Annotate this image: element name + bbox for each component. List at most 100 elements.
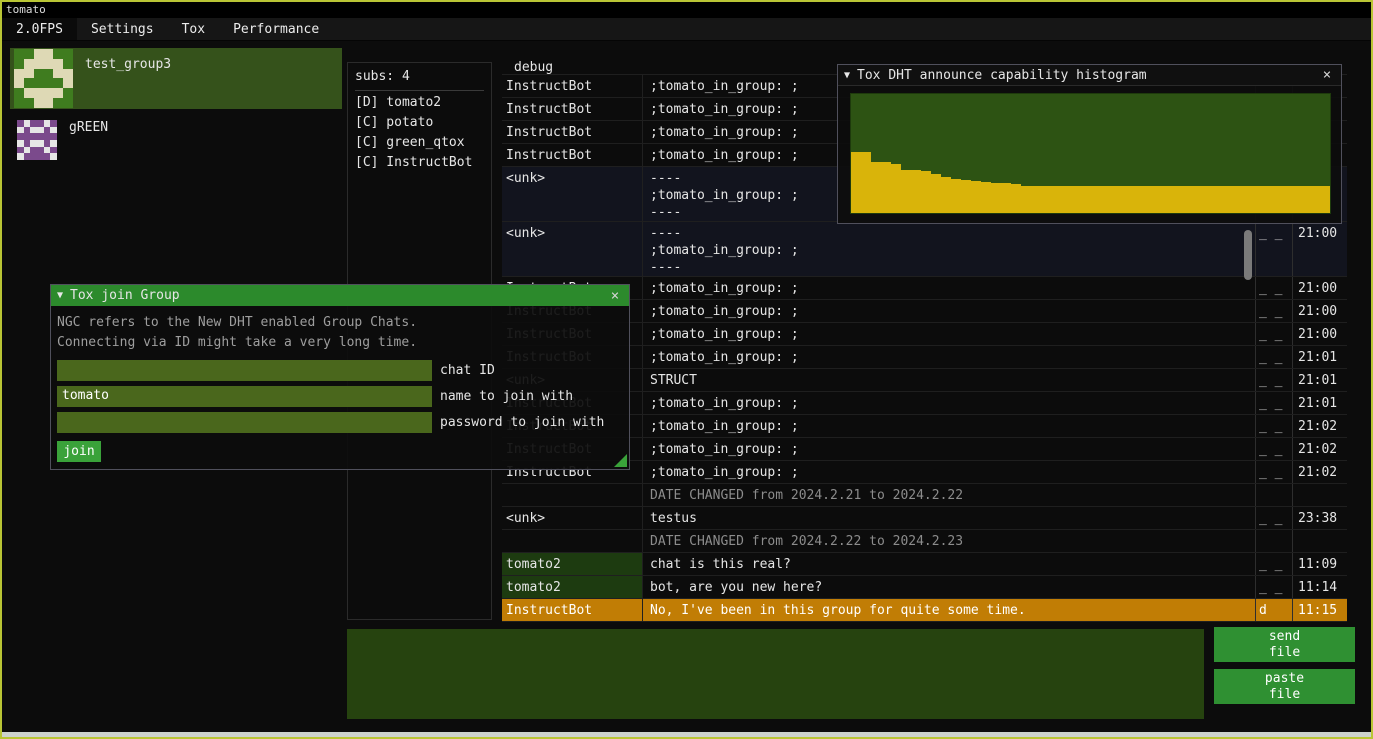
message-text: testus [642,507,1255,529]
window-titlebar[interactable]: tomato [2,2,1371,18]
join-group-dialog: ▼ Tox join Group × NGC refers to the New… [50,284,630,470]
separator [355,90,484,91]
histogram-bar [1101,186,1111,213]
chat-id-input[interactable] [57,360,432,381]
histogram-bar [981,182,991,213]
message-status-flags: _ _ [1255,323,1292,345]
group-item-test-group3[interactable]: test_group3 [10,48,342,109]
message-timestamp: 21:01 [1292,369,1347,391]
histogram-bar [1031,186,1041,213]
message-input[interactable] [347,629,1204,719]
message-text: ;tomato_in_group: ; [642,323,1255,345]
message-timestamp: 23:38 [1292,507,1347,529]
histogram-bar [1280,186,1290,213]
histogram-bar [1081,186,1091,213]
chat-message-row[interactable]: tomato2bot, are you new here?_ _11:14 [502,576,1347,599]
histogram-bar [1310,186,1320,213]
message-author: InstructBot [502,599,642,621]
histogram-bar [881,162,891,213]
menu-performance[interactable]: Performance [219,18,333,40]
message-status-flags: _ _ [1255,576,1292,598]
message-timestamp: 21:02 [1292,461,1347,483]
histogram-bar [1230,186,1240,213]
histogram-bar [1290,186,1300,213]
paste-file-label: paste [1265,671,1304,687]
chat-message-row[interactable]: tomato2chat is this real?_ _11:09 [502,553,1347,576]
message-text: ----;tomato_in_group: ;---- [642,222,1255,276]
member-item[interactable]: [D] tomato2 [355,93,484,113]
dht-histogram-window: ▼ Tox DHT announce capability histogram … [837,64,1342,224]
message-author: InstructBot [502,121,642,143]
message-author [502,530,642,552]
histogram-bar [1141,186,1151,213]
message-status-flags [1255,530,1292,552]
join-password-input[interactable] [57,412,432,433]
message-text: bot, are you new here? [642,576,1255,598]
message-timestamp: 21:02 [1292,415,1347,437]
member-item[interactable]: [C] green_qtox [355,133,484,153]
message-text: ;tomato_in_group: ; [642,392,1255,414]
message-status-flags: _ _ [1255,553,1292,575]
member-item[interactable]: [C] potato [355,113,484,133]
message-status-flags: d [1255,599,1292,621]
horizontal-scrollbar[interactable] [2,732,1371,737]
chat-scrollbar-thumb[interactable] [1244,230,1252,280]
chat-message-row[interactable]: <unk>testus_ _23:38 [502,507,1347,530]
message-status-flags: _ _ [1255,461,1292,483]
histogram-bar [991,183,1001,213]
chat-message-row[interactable]: <unk>----;tomato_in_group: ;----_ _21:00 [502,222,1347,277]
message-text: No, I've been in this group for quite so… [642,599,1255,621]
join-name-label: name to join with [440,389,573,404]
message-author: <unk> [502,167,642,221]
resize-grip[interactable] [614,454,627,467]
collapse-arrow-icon[interactable]: ▼ [844,70,850,81]
dht-histogram-plot [850,93,1331,214]
menu-tox[interactable]: Tox [168,18,219,40]
histogram-bar [1001,183,1011,213]
collapse-arrow-icon[interactable]: ▼ [57,290,63,301]
message-timestamp: 21:00 [1292,323,1347,345]
group-item-green[interactable]: gREEN [10,114,342,175]
message-status-flags: _ _ [1255,369,1292,391]
join-button[interactable]: join [57,441,101,462]
message-timestamp: 21:02 [1292,438,1347,460]
message-timestamp [1292,530,1347,552]
send-file-label: file [1269,645,1300,661]
join-group-titlebar[interactable]: ▼ Tox join Group × [51,285,629,306]
join-name-input[interactable]: tomato [57,386,432,407]
message-timestamp: 21:01 [1292,392,1347,414]
join-info-text: Connecting via ID might take a very long… [57,333,623,353]
send-file-button[interactable]: send file [1214,627,1355,662]
histogram-bar [1180,186,1190,213]
histogram-bar [1210,186,1220,213]
histogram-bar [1021,186,1031,213]
menu-settings[interactable]: Settings [77,18,168,40]
histogram-bar [1260,186,1270,213]
close-icon[interactable]: × [607,288,623,304]
chat-message-row[interactable]: InstructBotNo, I've been in this group f… [502,599,1347,622]
histogram-bar [1200,186,1210,213]
message-status-flags [1255,484,1292,506]
histogram-bar [1051,186,1061,213]
member-item[interactable]: [C] InstructBot [355,153,484,173]
histogram-bar [911,170,921,213]
histogram-bar [1111,186,1121,213]
message-text: ;tomato_in_group: ; [642,438,1255,460]
field-row-chat-id: chat ID [57,360,623,381]
message-text: chat is this real? [642,553,1255,575]
date-separator-row[interactable]: DATE CHANGED from 2024.2.22 to 2024.2.23 [502,530,1347,553]
message-status-flags: _ _ [1255,222,1292,276]
histogram-bar [1300,186,1310,213]
group-avatar-icon [14,49,73,108]
message-status-flags: _ _ [1255,507,1292,529]
date-separator-row[interactable]: DATE CHANGED from 2024.2.21 to 2024.2.22 [502,484,1347,507]
dht-histogram-title: Tox DHT announce capability histogram [857,68,1319,83]
field-row-name: tomato name to join with [57,386,623,407]
message-author: InstructBot [502,144,642,166]
message-text: ;tomato_in_group: ; [642,415,1255,437]
paste-file-button[interactable]: paste file [1214,669,1355,704]
paste-file-label: file [1269,687,1300,703]
close-icon[interactable]: × [1319,67,1335,83]
dht-histogram-titlebar[interactable]: ▼ Tox DHT announce capability histogram … [838,65,1341,86]
group-avatar-icon [17,120,57,160]
